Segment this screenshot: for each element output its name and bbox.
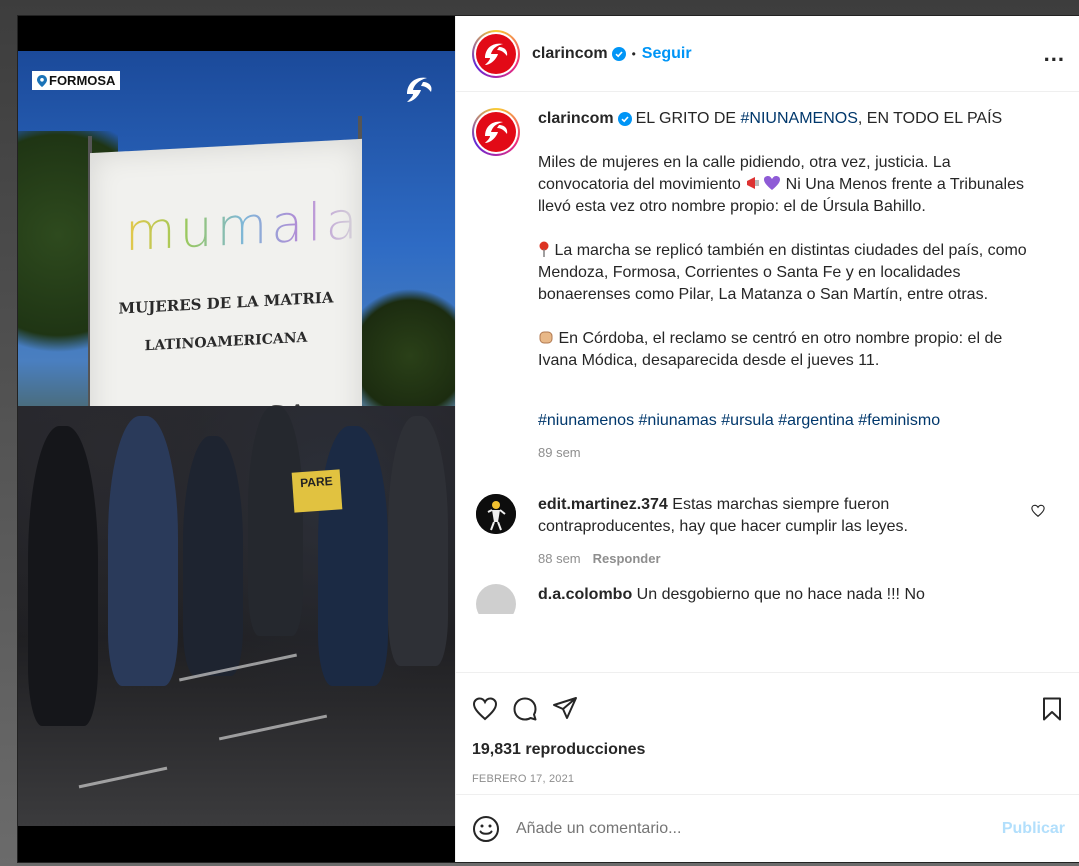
person <box>28 426 98 726</box>
banner-line-2: LATINOAMERICANA <box>144 329 308 355</box>
crowd <box>18 406 455 826</box>
reply-button[interactable]: Responder <box>593 551 661 566</box>
person <box>248 406 303 636</box>
caption-title-prefix: EL GRITO DE <box>635 110 741 127</box>
more-options-icon[interactable]: ... <box>1044 41 1065 67</box>
caption-paragraph-3: En Córdoba, el reclamo se centró en otro… <box>538 328 1028 372</box>
comment-body: d.a.colombo Un desgobierno que no hace n… <box>538 584 998 614</box>
location-tag[interactable]: FORMOSA <box>32 71 121 90</box>
clarin-logo-icon <box>485 43 508 65</box>
road-marking <box>218 714 328 741</box>
post-comments-area[interactable]: clarincom EL GRITO DE #NIUNAMENOS, EN TO… <box>456 92 1079 672</box>
caption-hashtags: #niunamenos #niunamas #ursula #argentina… <box>538 410 1028 432</box>
caption-title-hashtag[interactable]: #NIUNAMENOS <box>741 110 858 127</box>
comment-bubble-icon[interactable] <box>512 696 538 722</box>
road-marking <box>78 766 168 789</box>
purple-heart-icon <box>764 176 781 190</box>
hashtag-link[interactable]: #argentina <box>778 412 854 429</box>
post-header: clarincom • Seguir ... <box>456 16 1079 92</box>
clarin-logo-icon <box>485 121 508 143</box>
hashtag-link[interactable]: #niunamenos <box>538 412 634 429</box>
protest-sign: PARE <box>291 469 343 513</box>
caption-title-suffix: , EN TODO EL PAÍS <box>857 110 1003 127</box>
author-username[interactable]: clarincom <box>532 45 608 63</box>
like-comment-heart-icon[interactable] <box>1031 504 1045 518</box>
save-bookmark-icon[interactable] <box>1039 696 1065 722</box>
location-pin-icon <box>37 74 47 87</box>
caption-title: EL GRITO DE #NIUNAMENOS, EN TODO EL PAÍS <box>636 108 1003 130</box>
hashtag-link[interactable]: #feminismo <box>858 412 940 429</box>
hashtag-link[interactable]: #niunamas <box>639 412 717 429</box>
commenter-username[interactable]: d.a.colombo <box>538 586 632 603</box>
header-separator: • <box>631 46 636 61</box>
add-comment-bar: Publicar <box>456 794 1079 862</box>
post-media[interactable]: mumala MUJERES DE LA MATRIA LATINOAMERIC… <box>18 16 455 862</box>
red-pin-icon <box>539 241 549 257</box>
banner-brand-word: mumala <box>125 190 362 264</box>
caption-timestamp[interactable]: 89 sem <box>538 442 1028 464</box>
person <box>318 426 388 686</box>
comment-item-partial: d.a.colombo Un desgobierno que no hace n… <box>472 584 1065 614</box>
follow-button[interactable]: Seguir <box>642 45 692 63</box>
person <box>108 416 178 686</box>
caption-username[interactable]: clarincom <box>538 108 614 130</box>
post-date[interactable]: FEBRERO 17, 2021 <box>472 773 1065 785</box>
commenter-avatar[interactable] <box>476 584 516 614</box>
caption-text: clarincom EL GRITO DE #NIUNAMENOS, EN TO… <box>538 108 1028 464</box>
caption-paragraph-1: Miles de mujeres en la calle pidiendo, o… <box>538 152 1028 218</box>
hashtag-link[interactable]: #ursula <box>721 412 773 429</box>
location-tag-label: FORMOSA <box>49 73 116 88</box>
author-avatar[interactable] <box>472 29 520 78</box>
commenter-username[interactable]: edit.martinez.374 <box>538 496 668 513</box>
verified-badge-icon <box>611 46 626 61</box>
verified-badge-icon <box>617 112 632 126</box>
person <box>388 416 448 666</box>
publish-button[interactable]: Publicar <box>1002 820 1065 838</box>
share-paper-plane-icon[interactable] <box>552 696 578 722</box>
emoji-smiley-icon[interactable] <box>472 815 500 843</box>
comment-text: Un desgobierno que no hace nada !!! No <box>632 586 925 603</box>
banner-line-1: MUJERES DE LA MATRIA <box>118 288 334 318</box>
views-count[interactable]: 19,831 reproducciones <box>472 741 1065 759</box>
caption-row: clarincom EL GRITO DE #NIUNAMENOS, EN TO… <box>472 108 1065 464</box>
caption-p3-text: En Córdoba, el reclamo se centró en otro… <box>538 330 1003 369</box>
comment-body: edit.martinez.374 Estas marchas siempre … <box>538 494 998 570</box>
comment-item: edit.martinez.374 Estas marchas siempre … <box>472 494 1065 570</box>
action-icons-row <box>472 679 1065 739</box>
comment-timestamp[interactable]: 88 sem <box>538 551 581 566</box>
commenter-avatar[interactable] <box>476 494 516 534</box>
caption-paragraph-2: La marcha se replicó también en distinta… <box>538 240 1028 306</box>
comment-meta: 88 sem Responder <box>538 548 998 570</box>
person <box>183 436 243 676</box>
post-panel: clarincom • Seguir ... clarincom EL GRIT… <box>455 16 1079 862</box>
raised-fist-icon <box>539 331 553 344</box>
caption-avatar[interactable] <box>472 108 520 156</box>
comment-input[interactable] <box>516 819 1002 838</box>
video-frame[interactable]: mumala MUJERES DE LA MATRIA LATINOAMERIC… <box>18 51 455 826</box>
megaphone-icon <box>747 177 760 189</box>
post-modal: mumala MUJERES DE LA MATRIA LATINOAMERIC… <box>18 16 1079 862</box>
like-heart-icon[interactable] <box>472 696 498 722</box>
caption-headline: clarincom EL GRITO DE #NIUNAMENOS, EN TO… <box>538 108 1028 130</box>
clarin-logo-icon <box>407 77 432 102</box>
commenter-avatar-image <box>476 494 516 534</box>
caption-p2-text: La marcha se replicó también en distinta… <box>538 242 1027 303</box>
